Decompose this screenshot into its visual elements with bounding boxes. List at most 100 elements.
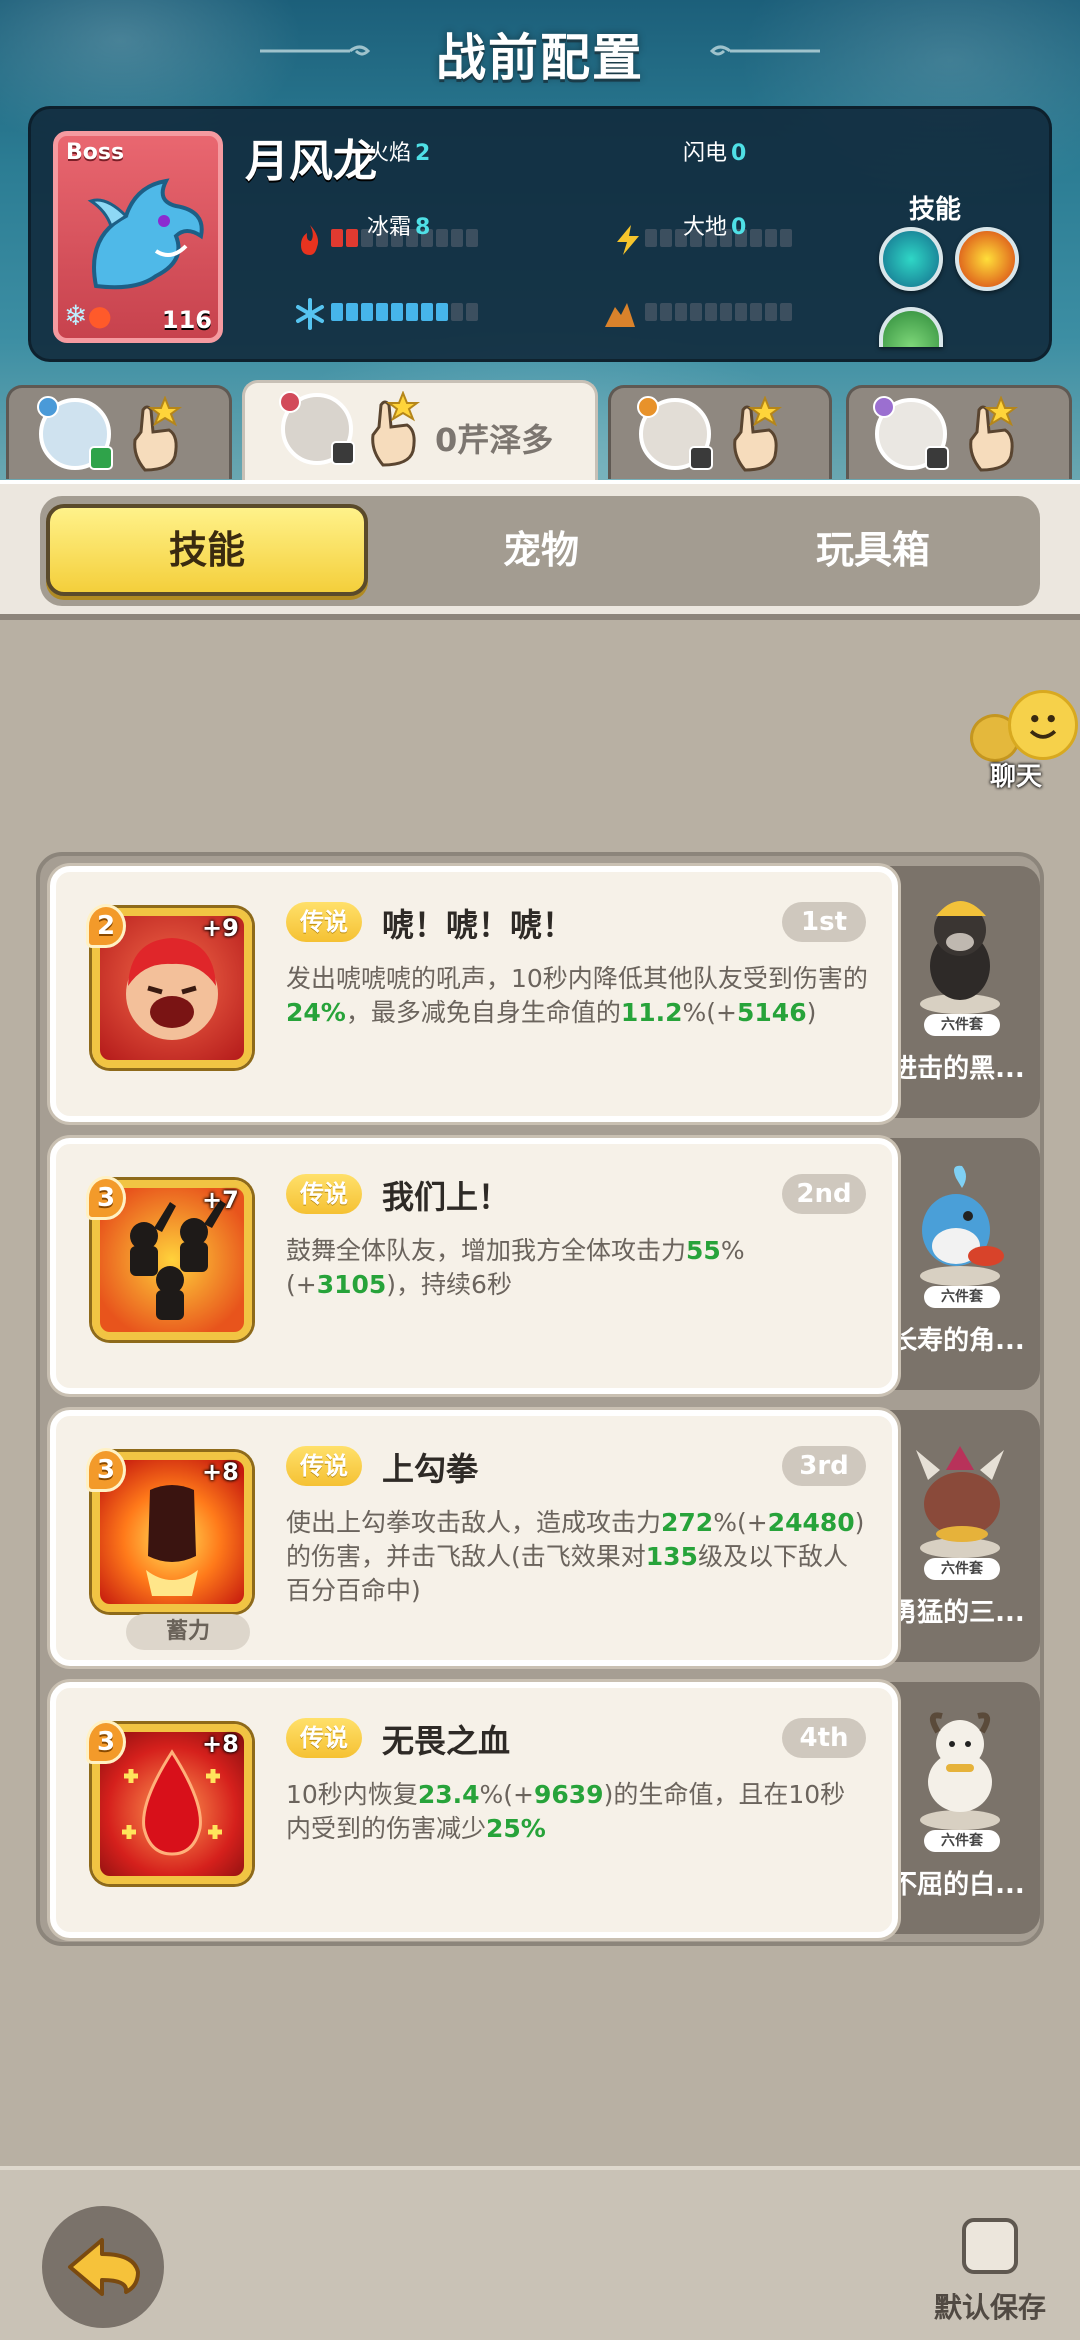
pet-triceratops-icon (916, 1446, 1004, 1558)
skill-level-badge: 3 (86, 1176, 126, 1220)
snowflake-icon (296, 298, 324, 330)
skill-name: 唬！唬！唬！ (382, 906, 575, 944)
pet-whale-icon (920, 1165, 1004, 1286)
rarity-badge: 传说 (286, 902, 362, 942)
stat-label: 火焰 (367, 141, 412, 166)
skill-plus-badge: +9 (202, 914, 239, 942)
pet-name: 长寿的角... (891, 1326, 1025, 1356)
boss-element-icons: ❄● (64, 299, 112, 332)
skill-card[interactable]: 3 +8 蓄力 传说 上勾拳 3rd 使出上勾拳攻击敌人，造成攻击力272%(+… (50, 1410, 898, 1666)
skill-rank-badge: 3rd (782, 1446, 866, 1486)
skill-description: 发出唬唬唬的吼声，10秒内降低其他队友受到伤害的24%，最多减免自身生命值的11… (286, 964, 868, 1027)
skill-name: 我们上！ (382, 1178, 511, 1216)
pet-black-bull-icon (920, 901, 1000, 1014)
default-save-label: 默认保存 (934, 2291, 1047, 2324)
stat-value: 0 (731, 215, 747, 240)
pet-white-goat-icon (920, 1712, 1000, 1830)
stat-label: 闪电 (683, 141, 728, 166)
tap-hand-icon (969, 396, 1018, 472)
pet-name: 进击的黑... (891, 1054, 1025, 1084)
character-tab-3[interactable] (608, 385, 832, 479)
boss-portrait[interactable]: Boss ❄● 116 (53, 131, 223, 343)
snowflake-icon: ❄ (64, 299, 88, 332)
skill-rank-badge: 2nd (782, 1174, 866, 1214)
skill-card[interactable]: 2 +9 传说 唬！唬！唬！ 1st 发出唬唬唬的吼声，10秒内降低其他队友受到… (50, 866, 898, 1122)
pet-set-tag: 六件套 (924, 1830, 1000, 1852)
tab-pets[interactable]: 宠物 (380, 504, 702, 596)
stat-value: 8 (415, 215, 431, 240)
skill-row[interactable]: 六件套 不屈的白... 3 +8 传说 无畏之血 4th 10秒内恢复23.4%… (50, 1682, 1040, 1938)
character-name: 0芹泽多 (435, 421, 554, 459)
boss-skill-nature-icon[interactable] (879, 307, 943, 347)
stat-label: 冰霜 (367, 215, 412, 240)
tab-toybox[interactable]: 玩具箱 (712, 504, 1034, 596)
boss-tag: Boss (66, 140, 125, 165)
stat-value: 0 (731, 141, 747, 166)
back-button[interactable] (42, 2206, 164, 2328)
pet-panel[interactable]: 六件套 进击的黑... (876, 866, 1040, 1118)
boss-info-panel: Boss ❄● 116 月风龙 火焰 2 闪电 0 冰霜 8 大地 0 技能 (28, 106, 1052, 362)
dragon-icon (87, 178, 204, 290)
back-arrow-icon (68, 2238, 140, 2296)
skill-plus-badge: +7 (202, 1186, 239, 1214)
pet-panel[interactable]: 六件套 勇猛的三... (876, 1410, 1040, 1662)
skill-card[interactable]: 3 +8 传说 无畏之血 4th 10秒内恢复23.4%(+9639)的生命值，… (50, 1682, 898, 1938)
pet-set-tag: 六件套 (924, 1558, 1000, 1580)
smiley-icon (1008, 690, 1078, 760)
default-save-checkbox[interactable] (962, 2218, 1018, 2274)
avatar (637, 396, 713, 470)
rarity-badge: 传说 (286, 1446, 362, 1486)
skill-description: 鼓舞全体队友，增加我方全体攻击力55%(+3105)，持续6秒 (286, 1236, 745, 1299)
pet-name: 不屈的白... (891, 1870, 1025, 1900)
skill-name: 上勾拳 (382, 1450, 479, 1488)
earth-icon (605, 303, 635, 327)
stat-label: 大地 (683, 215, 728, 240)
skill-list: 六件套 进击的黑... 2 +9 传说 唬！唬！唬！ 1st 发出唬唬唬的吼声，… (36, 852, 1044, 1946)
skill-description: 10秒内恢复23.4%(+9639)的生命值，且在10秒内受到的伤害减少25% (286, 1780, 846, 1843)
tap-hand-icon (733, 396, 782, 472)
tab-skills[interactable]: 技能 (46, 504, 368, 596)
pet-panel[interactable]: 六件套 长寿的角... (876, 1138, 1040, 1390)
avatar (279, 391, 355, 465)
skill-description: 使出上勾拳攻击敌人，造成攻击力272%(+24480)的伤害，并击飞敌人(击飞效… (286, 1508, 865, 1605)
avatar (37, 396, 113, 470)
rarity-badge: 传说 (286, 1718, 362, 1758)
pet-set-tag: 六件套 (924, 1014, 1000, 1036)
character-tab-2[interactable]: 0芹泽多 (242, 380, 598, 480)
skill-rank-badge: 1st (782, 902, 866, 942)
character-tab-1[interactable] (6, 385, 232, 479)
earth-level-bar (645, 303, 792, 323)
boss-name: 月风龙 (245, 136, 377, 187)
fire-icon: ● (87, 299, 112, 332)
chat-button[interactable]: 聊天 (970, 690, 1080, 792)
skill-plus-badge: +8 (202, 1730, 239, 1758)
rarity-badge: 传说 (286, 1174, 362, 1214)
lightning-icon (617, 225, 639, 255)
skill-level-badge: 3 (86, 1720, 126, 1764)
skill-row[interactable]: 六件套 进击的黑... 2 +9 传说 唬！唬！唬！ 1st 发出唬唬唬的吼声，… (50, 866, 1040, 1122)
category-tab-bar: 技能 宠物 玩具箱 (40, 496, 1040, 606)
boss-skill-fire-icon[interactable] (955, 227, 1019, 291)
page-title: 战前配置 (436, 29, 644, 87)
stat-value: 2 (415, 141, 431, 166)
skill-name: 无畏之血 (382, 1722, 511, 1760)
skill-row[interactable]: 六件套 勇猛的三... 3 +8 蓄力 传说 上勾拳 3rd 使出上勾拳攻击敌人… (50, 1410, 1040, 1666)
skill-plus-badge: +8 (202, 1458, 239, 1486)
title-ornament-right (709, 45, 820, 56)
skill-level-badge: 3 (86, 1448, 126, 1492)
pet-set-tag: 六件套 (924, 1286, 1000, 1308)
boss-skill-wind-icon[interactable] (879, 227, 943, 291)
ice-level-bar (331, 303, 478, 323)
skill-rank-badge: 4th (782, 1718, 866, 1758)
skill-card[interactable]: 3 +7 传说 我们上！ 2nd 鼓舞全体队友，增加我方全体攻击力55%(+31… (50, 1138, 898, 1394)
tap-hand-icon (371, 391, 420, 467)
chat-label: 聊天 (990, 762, 1043, 792)
boss-level: 116 (161, 306, 212, 334)
skill-level-badge: 2 (86, 904, 126, 948)
skill-row[interactable]: 六件套 长寿的角... 3 +7 传说 我们上！ 2nd 鼓舞全体队友，增加我方… (50, 1138, 1040, 1394)
fire-icon (301, 225, 319, 255)
pet-name: 勇猛的三... (891, 1598, 1025, 1628)
character-tab-4[interactable] (846, 385, 1072, 479)
avatar (873, 396, 949, 470)
pet-panel[interactable]: 六件套 不屈的白... (876, 1682, 1040, 1934)
